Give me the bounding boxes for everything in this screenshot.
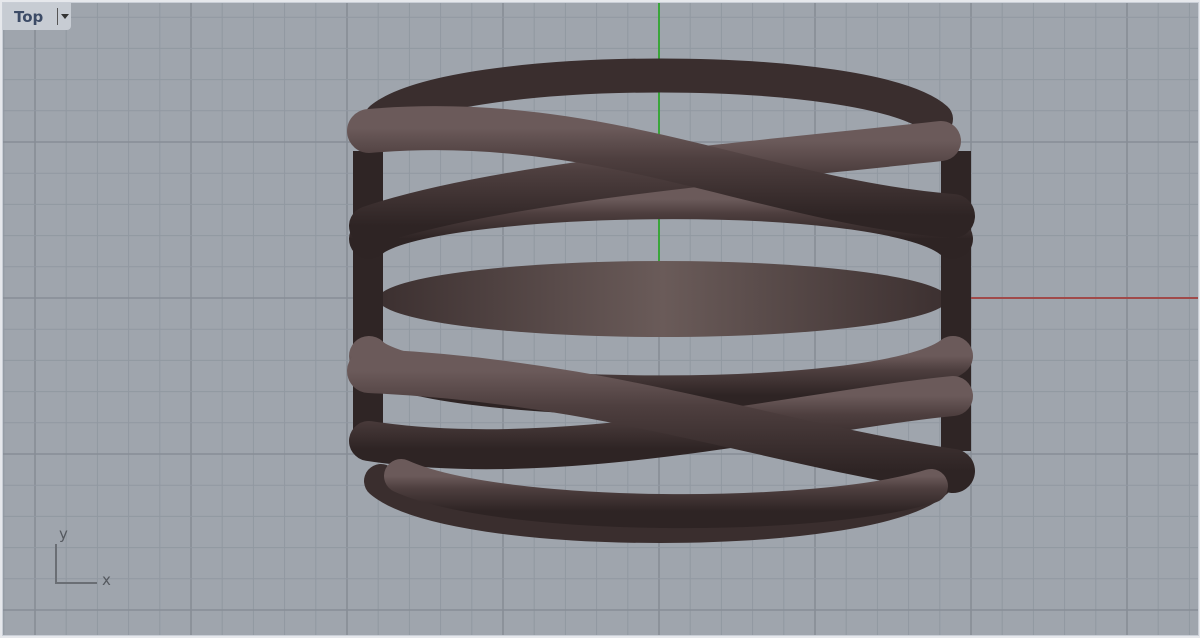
dropdown-arrow-icon[interactable] (61, 14, 69, 19)
viewport-name[interactable]: Top (3, 8, 57, 26)
axis-widget-x-label: x (102, 571, 111, 589)
axis-widget (55, 544, 97, 584)
axis-widget-y-label: y (59, 525, 68, 543)
separator (57, 8, 58, 25)
ring-object[interactable] (347, 58, 975, 543)
viewport-canvas[interactable] (2, 2, 1199, 636)
viewport-title-tab[interactable]: Top (3, 3, 71, 30)
top-viewport[interactable]: y x Top (2, 2, 1199, 636)
